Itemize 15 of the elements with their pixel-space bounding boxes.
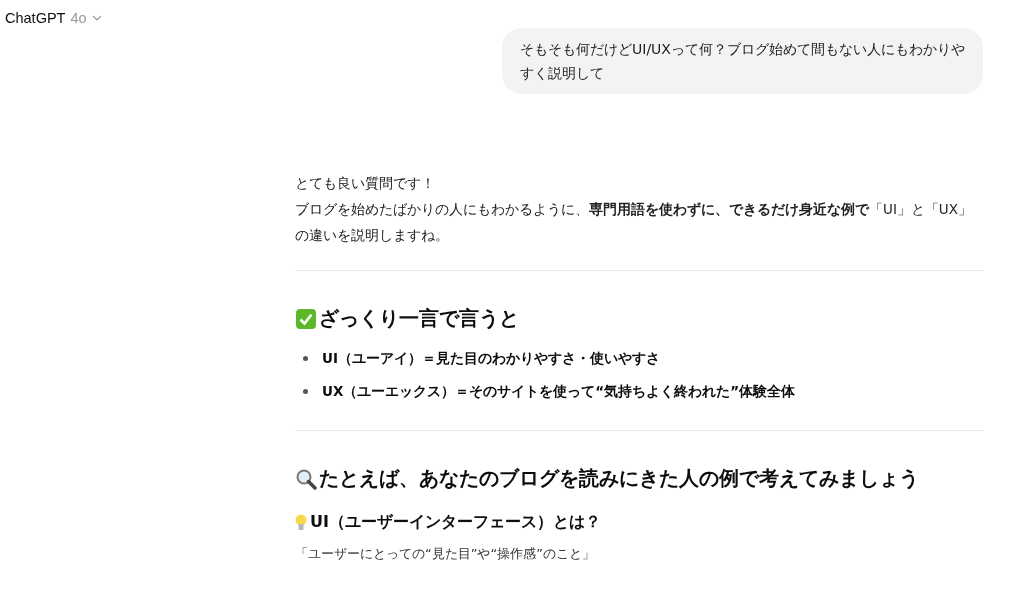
chevron-down-icon: [91, 15, 102, 21]
subsection-heading: UI（ユーザーインターフェース）とは？: [310, 512, 601, 533]
reply-paragraph: ブログを始めたばかりの人にもわかるように、専門用語を使わずに、できるだけ身近な例で「UI」と「UX」の違いを説明しますね。: [295, 200, 973, 245]
check-mark-icon: [295, 307, 317, 330]
model-selector[interactable]: 4o: [70, 10, 102, 26]
subsection-text: 「ユーザーにとっての“見た目”や“操作感”のこと」: [295, 545, 596, 563]
user-message: そもそも何だけどUI/UXって何？ブログ始めて間もない人にもわかりやすく説明して: [502, 28, 983, 94]
bullet-text: UX（ユーエックス）＝そのサイトを使って“気持ちよく終われた”体験全体: [322, 382, 796, 401]
section-heading: たとえば、あなたのブログを読みにきた人の例で考えてみましょう: [319, 465, 919, 492]
lightbulb-icon: [295, 513, 307, 532]
magnifier-icon: [295, 467, 317, 490]
reply-paragraph: とても良い質問です！: [295, 174, 436, 193]
section-heading: ざっくり一言で言うと: [319, 305, 519, 332]
bullet-text: UI（ユーアイ）＝見た目のわかりやすさ・使いやすさ: [322, 349, 660, 368]
app-name: ChatGPT: [5, 10, 66, 26]
